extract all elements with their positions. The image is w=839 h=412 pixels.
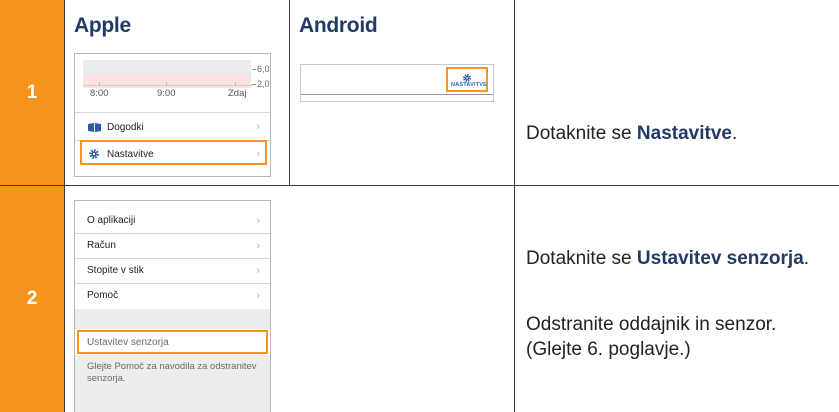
menu-item-o-aplikaciji[interactable]: O aplikaciji ›	[75, 208, 270, 233]
step-number: 1	[0, 0, 64, 185]
android-screen-step1: NASTAVITVE	[300, 64, 494, 102]
menu-item-pomoc[interactable]: Pomoč ›	[75, 283, 270, 308]
divider	[0, 185, 839, 186]
column-header-apple: Apple	[74, 14, 131, 37]
step2-instruction: Dotaknite se Ustavitev senzorja.	[526, 248, 810, 269]
book-icon	[87, 122, 101, 132]
step2-instruction-line2: Odstranite oddajnik in senzor. (Glejte 6…	[526, 314, 777, 360]
highlight-frame	[80, 140, 267, 165]
highlight-frame	[77, 330, 268, 354]
divider	[514, 0, 515, 412]
chevron-right-icon: ›	[256, 239, 260, 252]
apple-screen-step1: 6,0 2,0 8:00 9:00 Zdaj Dogodki › Nastavi…	[74, 53, 271, 177]
column-header-android: Android	[299, 14, 378, 37]
divider	[64, 0, 65, 412]
menu-item-dogodki[interactable]: Dogodki ›	[75, 116, 270, 138]
graph-x-label: Zdaj	[228, 88, 247, 99]
menu-item-stopite-v-stik[interactable]: Stopite v stik ›	[75, 258, 270, 283]
menu-item-label: Dogodki	[107, 121, 144, 133]
divider	[289, 0, 290, 186]
menu-item-racun[interactable]: Račun ›	[75, 233, 270, 258]
instruction-table: 1 2 Apple Android 6,0 2,0 8:00 9:00 Zdaj…	[0, 0, 839, 412]
chevron-right-icon: ›	[256, 214, 260, 227]
apple-screen-step2: O aplikaciji › Račun › Stopite v stik › …	[74, 200, 271, 412]
glucose-graph	[83, 60, 259, 88]
android-settings-button[interactable]: NASTAVITVE	[451, 82, 487, 88]
graph-y-label: 6,0	[257, 64, 270, 74]
graph-x-label: 8:00	[90, 88, 109, 99]
step-number: 2	[0, 186, 64, 412]
chevron-right-icon: ›	[256, 289, 260, 302]
graph-x-label: 9:00	[157, 88, 176, 99]
step1-instruction: Dotaknite se Nastavitve.	[526, 123, 738, 144]
chevron-right-icon: ›	[256, 121, 260, 133]
help-note: Glejte Pomoč za navodila za odstranitev …	[87, 361, 257, 384]
chevron-right-icon: ›	[256, 264, 260, 277]
graph-y-label: 2,0	[257, 79, 270, 89]
